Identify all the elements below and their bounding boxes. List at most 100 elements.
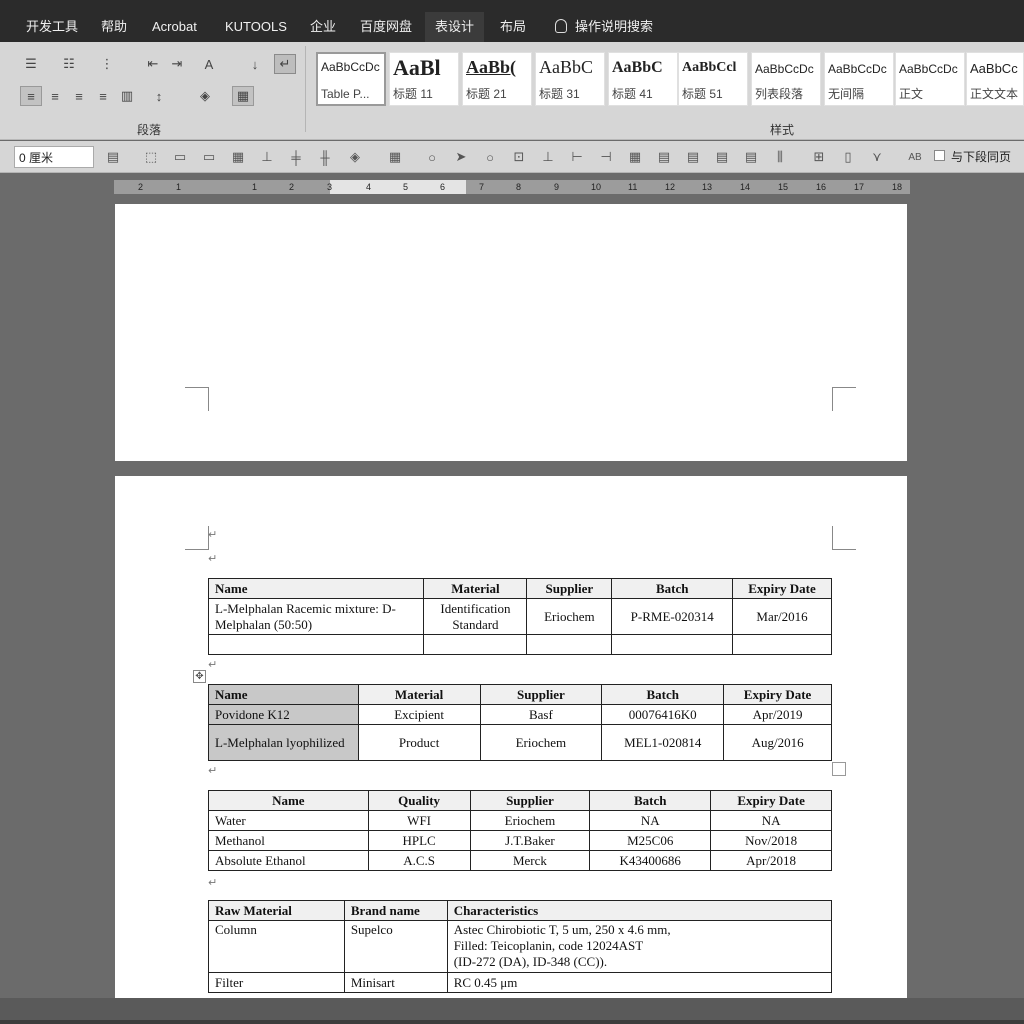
line-spacing-icon[interactable]: ↕ — [148, 86, 170, 106]
right-align-icon[interactable]: ⊣ — [597, 148, 615, 166]
table-cell[interactable]: Excipient — [357, 704, 481, 725]
table-cell[interactable]: Filter — [208, 972, 345, 993]
tab-layout[interactable]: 布局 — [490, 12, 536, 42]
pointer-icon[interactable]: ➤ — [452, 148, 470, 166]
tab-help[interactable]: 帮助 — [91, 12, 137, 42]
table-header-cell[interactable]: Characteristics — [446, 900, 833, 921]
tab-baidu-netdisk[interactable]: 百度网盘 — [350, 12, 422, 42]
table-header-cell[interactable]: Brand name — [343, 900, 448, 921]
align-center-obj-icon[interactable]: ╪ — [287, 148, 305, 166]
tab-kutools[interactable]: KUTOOLS — [215, 12, 297, 42]
table-move-handle-icon[interactable]: ✥ — [193, 670, 206, 683]
tab-enterprise[interactable]: 企业 — [300, 12, 346, 42]
style-no-spacing[interactable]: AaBbCcDc 无间隔 — [824, 52, 894, 106]
tab-developer[interactable]: 开发工具 — [16, 12, 88, 42]
materials-table[interactable]: Name Material Supplier Batch Expiry Date… — [208, 684, 832, 761]
table-header-cell[interactable]: Batch — [611, 578, 734, 599]
style-heading-51[interactable]: AaBbCcl 标题 51 — [678, 52, 748, 106]
align-left-icon[interactable]: ≡ — [20, 86, 42, 106]
table-cell[interactable]: Column — [208, 920, 345, 973]
table-grid-icon[interactable]: ▦ — [229, 148, 247, 166]
table-cell[interactable]: Merck — [469, 850, 591, 871]
show-marks-icon[interactable]: ↵ — [274, 54, 296, 74]
table-cell[interactable]: Identification Standard — [423, 598, 528, 635]
frame-icon[interactable]: ⬚ — [142, 148, 160, 166]
table-cell[interactable] — [207, 634, 425, 655]
clipboard-icon[interactable]: ▯ — [839, 148, 857, 166]
circle-icon[interactable]: ○ — [423, 148, 441, 166]
table-header-cell[interactable]: Supplier — [479, 684, 603, 705]
equipment-table[interactable]: Raw Material Brand name Characteristics … — [208, 900, 833, 993]
table-header-cell[interactable]: Expiry Date — [710, 790, 832, 811]
distribute-obj-icon[interactable]: ╫ — [316, 148, 334, 166]
table-cell[interactable]: A.C.S — [367, 850, 471, 871]
textbox2-icon[interactable]: ▭ — [200, 148, 218, 166]
table-header-cell[interactable]: Quality — [367, 790, 471, 811]
borders-icon[interactable]: ▦ — [232, 86, 254, 106]
table-header-cell[interactable]: Supplier — [526, 578, 613, 599]
fill-icon[interactable]: ◈ — [346, 148, 364, 166]
form-icon[interactable]: ▤ — [655, 148, 673, 166]
increase-indent-icon[interactable]: ⇥ — [166, 54, 188, 74]
left-align-icon[interactable]: ⊢ — [568, 148, 586, 166]
justify-icon[interactable]: ≡ — [92, 86, 114, 106]
form2-icon[interactable]: ▤ — [684, 148, 702, 166]
table-cell[interactable]: Absolute Ethanol — [208, 850, 369, 871]
table-cell[interactable]: Product — [357, 724, 481, 761]
spacing-input[interactable] — [14, 146, 94, 168]
table-cell[interactable]: Apr/2018 — [710, 850, 832, 871]
table-cell[interactable]: Methanol — [208, 830, 369, 851]
tab-table-design[interactable]: 表设计 — [425, 12, 485, 42]
table-cell[interactable]: P-RME-020314 — [611, 598, 734, 635]
table-cell[interactable] — [732, 634, 832, 655]
table-cell[interactable]: Povidone K12 — [208, 704, 359, 725]
keep-with-next-checkbox[interactable] — [934, 150, 945, 161]
align-right-icon[interactable]: ≡ — [68, 86, 90, 106]
table-insert-icon[interactable]: ▦ — [626, 148, 644, 166]
style-normal[interactable]: AaBbCcDc 正文 — [895, 52, 965, 106]
table-cell[interactable]: RC 0.45 μm — [446, 972, 833, 993]
style-heading-41[interactable]: AaBbC 标题 41 — [608, 52, 678, 106]
tell-me-search[interactable]: 操作说明搜索 — [545, 12, 663, 42]
table-cell[interactable] — [423, 634, 528, 655]
table-header-cell[interactable]: Supplier — [469, 790, 591, 811]
table-cell[interactable]: J.T.Baker — [469, 830, 591, 851]
table-cell[interactable]: L-Melphalan lyophilized — [208, 724, 359, 761]
table-header-cell[interactable]: Name — [208, 684, 359, 705]
table-cell[interactable]: WFI — [367, 810, 471, 831]
table-header-cell[interactable]: Expiry Date — [732, 578, 832, 599]
reference-standard-table[interactable]: Name Material Supplier Batch Expiry Date… — [207, 578, 832, 655]
solvents-table[interactable]: Name Quality Supplier Batch Expiry Date … — [208, 790, 832, 871]
bottom-align-icon[interactable]: ⊥ — [539, 148, 557, 166]
shading-icon[interactable]: ◈ — [194, 86, 216, 106]
align-obj-icon[interactable]: ⊥ — [258, 148, 276, 166]
grid-icon[interactable]: ▦ — [386, 148, 404, 166]
table-header-cell[interactable]: Raw Material — [208, 900, 345, 921]
table-cell[interactable]: Eriochem — [469, 810, 591, 831]
table-cell[interactable]: NA — [710, 810, 832, 831]
table-cell[interactable]: Supelco — [343, 920, 448, 973]
style-heading-31[interactable]: AaBbC 标题 31 — [535, 52, 605, 106]
table-header-cell[interactable]: Batch — [589, 790, 712, 811]
document-page-current[interactable]: ↵ ↵ Name Material Supplier Batch Expiry … — [115, 476, 907, 998]
table-cell[interactable] — [611, 634, 734, 655]
filter-icon[interactable]: ⋎ — [868, 148, 886, 166]
distribute-icon[interactable]: ▥ — [116, 86, 138, 106]
multilevel-list-icon[interactable]: ⋮ — [96, 54, 118, 74]
bullets-icon[interactable]: ☰ — [20, 54, 42, 74]
columns-icon[interactable]: ⫼ — [771, 148, 789, 166]
table-cell[interactable]: Eriochem — [479, 724, 603, 761]
table-cell[interactable]: K43400686 — [589, 850, 712, 871]
numbering-icon[interactable]: ☷ — [58, 54, 80, 74]
chinese-layout-icon[interactable]: A — [198, 54, 220, 74]
table-cell[interactable]: NA — [589, 810, 712, 831]
table-header-cell[interactable]: Material — [357, 684, 481, 705]
table-header-cell[interactable]: Material — [423, 578, 528, 599]
table-cell[interactable]: MEL1-020814 — [601, 724, 725, 761]
table-header-cell[interactable]: Name — [207, 578, 425, 599]
select-icon[interactable]: ⊞ — [810, 148, 828, 166]
form4-icon[interactable]: ▤ — [742, 148, 760, 166]
table-header-cell[interactable]: Batch — [601, 684, 725, 705]
style-table-paragraph[interactable]: AaBbCcDc Table P... — [316, 52, 386, 106]
char-scale-icon[interactable]: AB — [906, 148, 924, 166]
